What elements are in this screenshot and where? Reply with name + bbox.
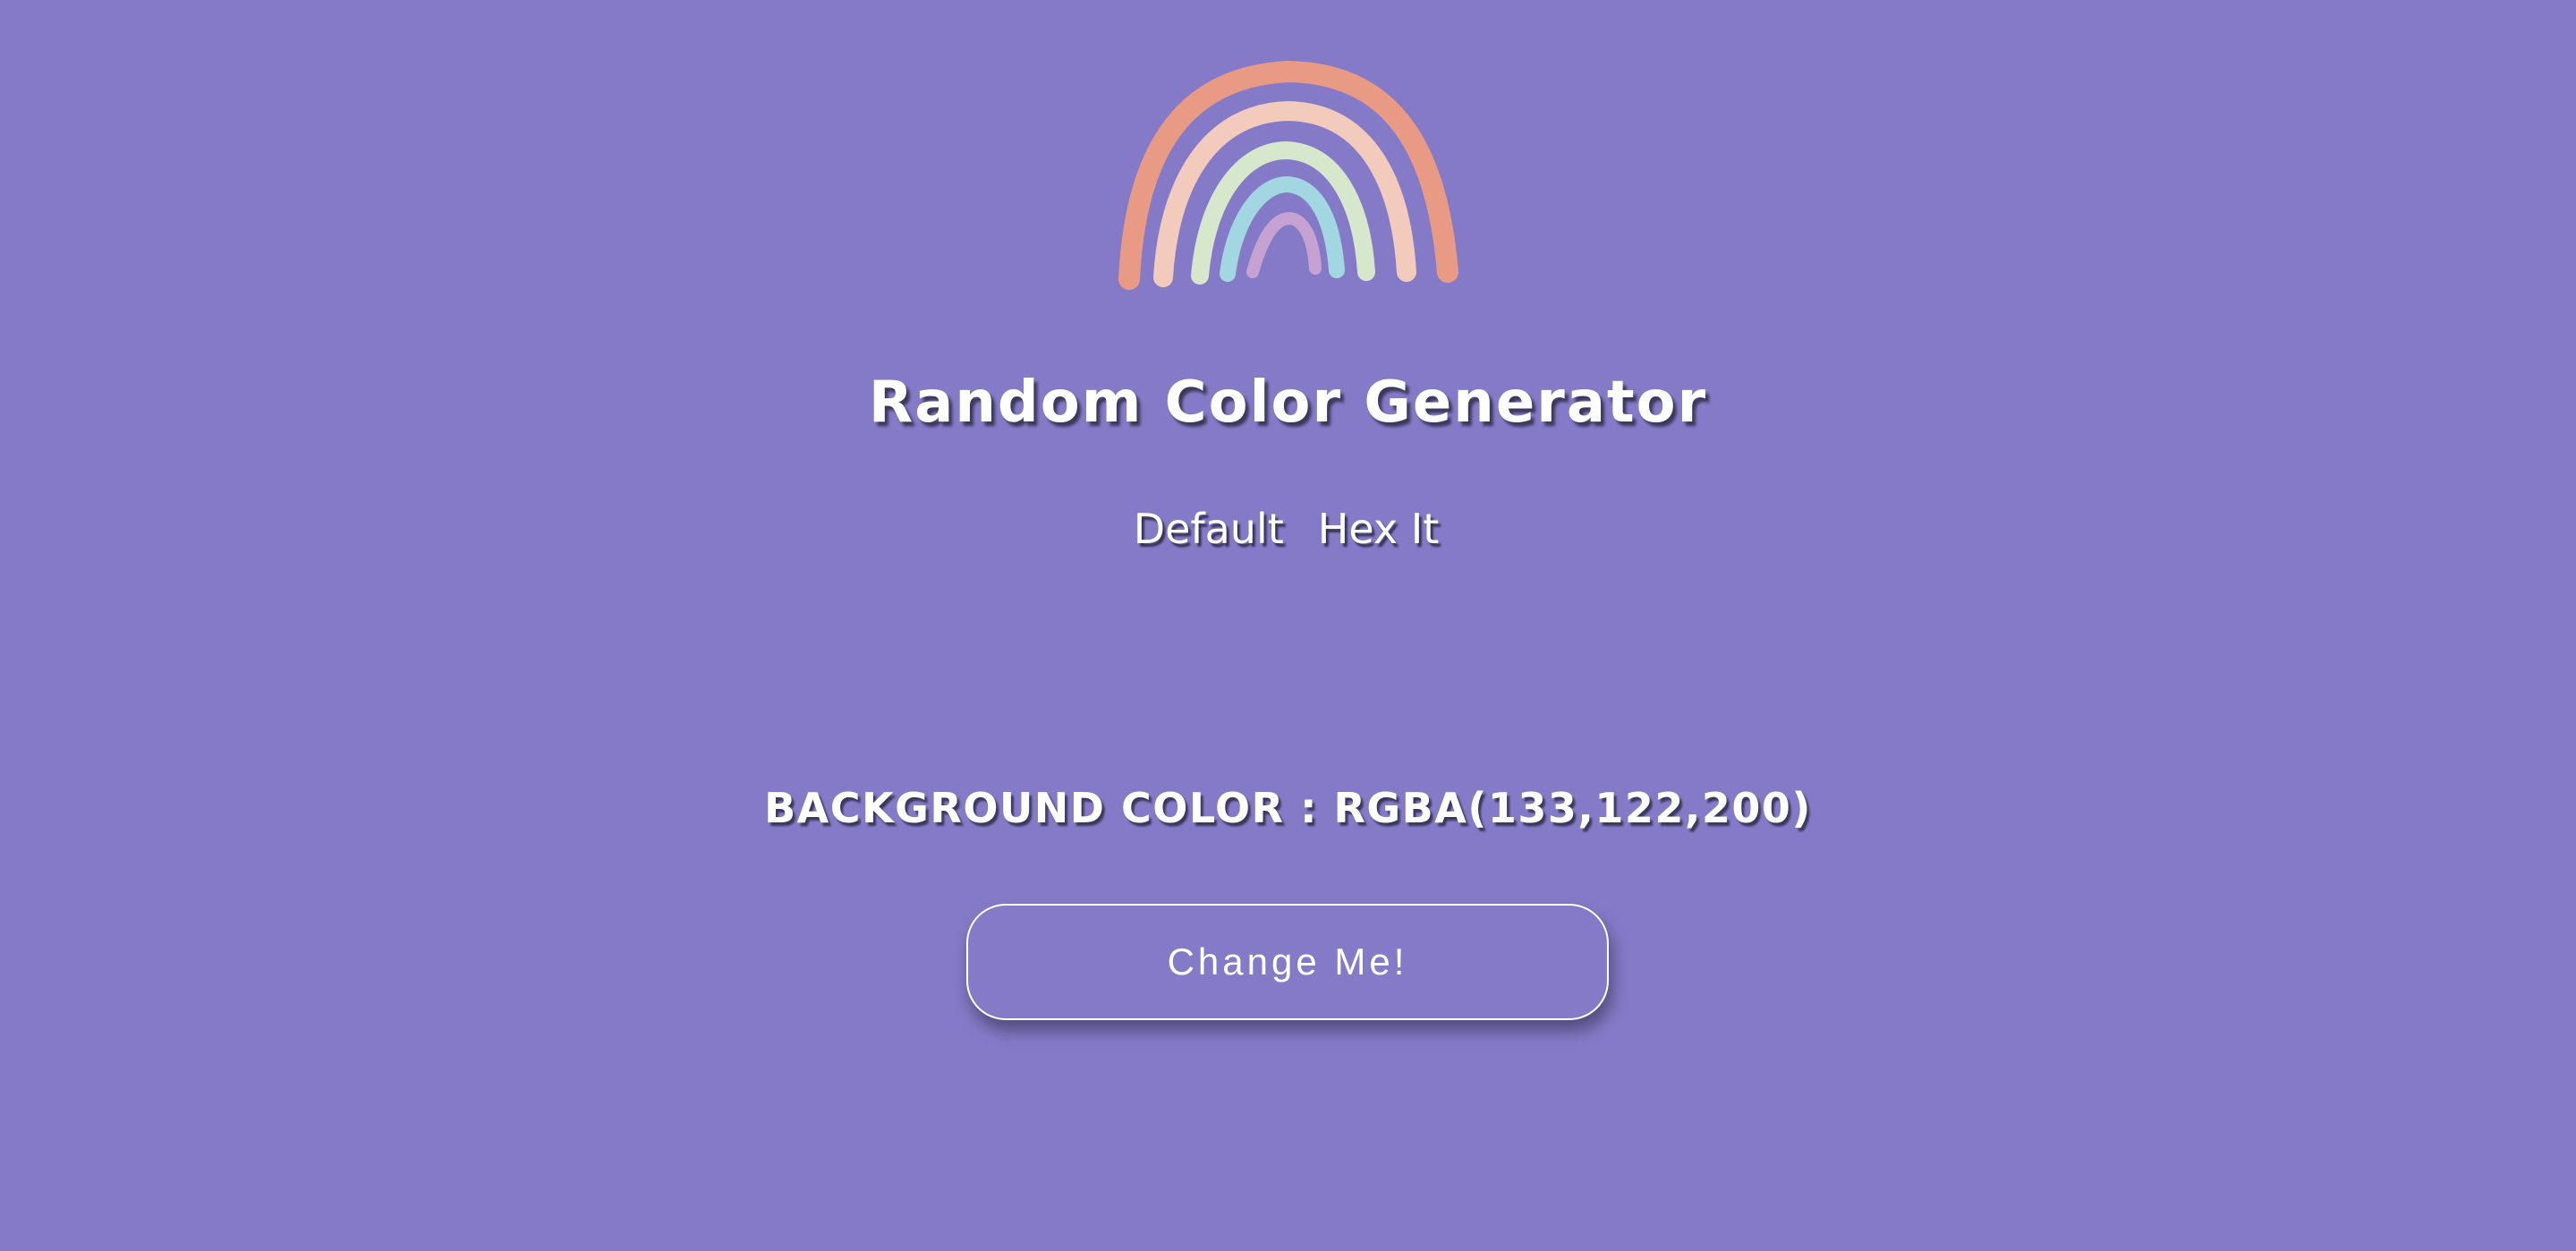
change-me-button[interactable]: Change Me! [966, 904, 1609, 1020]
nav-link-hex-it[interactable]: Hex It [1318, 499, 1440, 558]
rainbow-icon [1118, 60, 1458, 290]
rainbow-logo [1109, 60, 1467, 295]
nav-link-default[interactable]: Default [1134, 499, 1284, 558]
rainbow-arc-5 [1246, 211, 1322, 278]
nav-bar: Default Hex It [0, 499, 2576, 558]
page-title: Random Color Generator [868, 370, 1708, 436]
background-color-label: BACKGROUND COLOR : RGBA(133,122,200) [764, 784, 1812, 832]
